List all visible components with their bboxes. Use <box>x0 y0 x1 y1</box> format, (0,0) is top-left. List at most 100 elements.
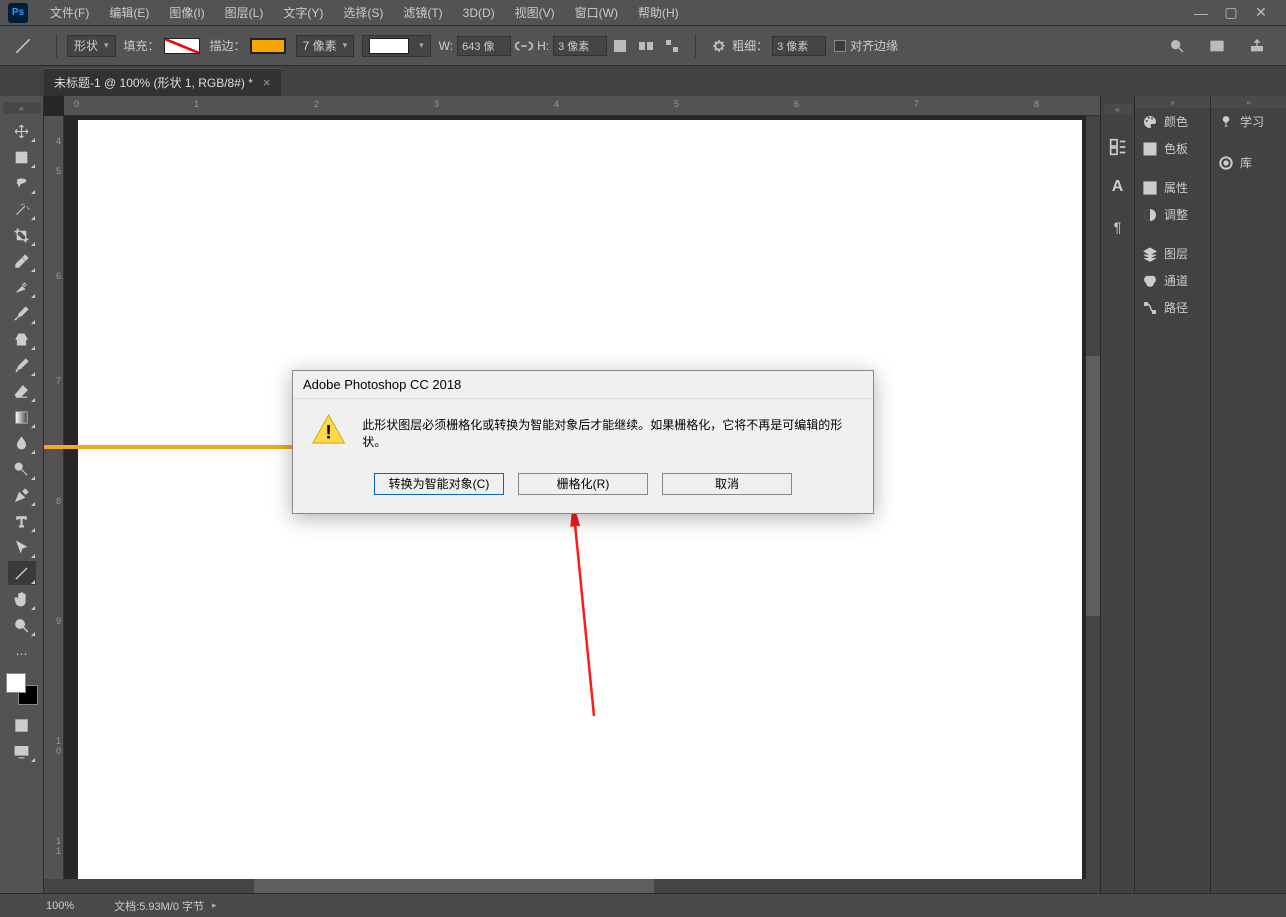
width-input[interactable] <box>457 36 511 56</box>
fill-swatch[interactable] <box>164 38 200 54</box>
clone-stamp-tool[interactable] <box>8 327 36 351</box>
menu-layer[interactable]: 图层(L) <box>215 4 274 21</box>
brush-tool[interactable] <box>8 301 36 325</box>
collapsed-icon-column-left: « A ¶ <box>1100 96 1134 893</box>
convert-to-smart-object-button[interactable]: 转换为智能对象(C) <box>374 473 504 495</box>
lasso-tool[interactable] <box>8 171 36 195</box>
link-wh-icon[interactable] <box>513 35 535 57</box>
vertical-ruler[interactable]: 4 5 6 7 8 9 1 0 1 1 <box>44 116 64 893</box>
menu-file[interactable]: 文件(F) <box>40 4 99 21</box>
adjustments-panel-tab[interactable]: 调整 <box>1135 201 1210 228</box>
line-tool[interactable] <box>8 561 36 585</box>
window-maximize-button[interactable]: ▢ <box>1224 6 1238 20</box>
align-edges-checkbox[interactable] <box>834 40 846 52</box>
quick-mask-button[interactable] <box>8 713 36 737</box>
window-minimize-button[interactable]: ― <box>1194 6 1208 20</box>
marquee-tool[interactable] <box>8 145 36 169</box>
stroke-width-dropdown[interactable]: 7 像素▾ <box>296 35 355 57</box>
height-input[interactable] <box>553 36 607 56</box>
eyedropper-tool[interactable] <box>8 249 36 273</box>
search-icon[interactable] <box>1166 35 1188 57</box>
panel-label: 库 <box>1240 154 1252 171</box>
type-tool[interactable] <box>8 509 36 533</box>
ruler-tick: 5 <box>674 99 679 109</box>
zoom-tool[interactable] <box>8 613 36 637</box>
character-panel-icon[interactable]: A <box>1107 176 1129 198</box>
collapse-handle-icon[interactable]: « <box>1104 104 1132 114</box>
tool-mode-dropdown[interactable]: 形状▾ <box>67 35 116 57</box>
pen-tool[interactable] <box>8 483 36 507</box>
crop-tool[interactable] <box>8 223 36 247</box>
weight-input[interactable] <box>772 36 826 56</box>
vertical-scrollbar[interactable] <box>1086 116 1100 893</box>
toolbox-collapse-icon[interactable]: « <box>3 102 41 114</box>
history-brush-tool[interactable] <box>8 353 36 377</box>
collapse-handle-icon[interactable]: » <box>1135 96 1210 108</box>
foreground-background-color[interactable] <box>6 673 38 705</box>
history-panel-icon[interactable] <box>1107 136 1129 158</box>
ruler-tick: 3 <box>434 99 439 109</box>
scrollbar-thumb[interactable] <box>254 879 654 893</box>
swatches-panel-tab[interactable]: 色板 <box>1135 135 1210 162</box>
docframe-icon[interactable] <box>1206 35 1228 57</box>
foreground-color-swatch[interactable] <box>6 673 26 693</box>
path-arrange-button[interactable] <box>635 35 657 57</box>
menu-filter[interactable]: 滤镜(T) <box>393 4 452 21</box>
svg-text:!: ! <box>325 422 331 444</box>
warning-icon: ! <box>311 413 346 445</box>
horizontal-ruler[interactable]: 0 1 2 3 4 5 6 7 8 <box>64 96 1100 116</box>
menu-help[interactable]: 帮助(H) <box>628 4 689 21</box>
rasterize-button[interactable]: 栅格化(R) <box>518 473 648 495</box>
menu-edit[interactable]: 编辑(E) <box>99 4 159 21</box>
menu-view[interactable]: 视图(V) <box>505 4 565 21</box>
blur-tool[interactable] <box>8 431 36 455</box>
move-tool[interactable] <box>8 119 36 143</box>
hand-tool[interactable] <box>8 587 36 611</box>
menu-select[interactable]: 选择(S) <box>333 4 393 21</box>
color-panel-tab[interactable]: 颜色 <box>1135 108 1210 135</box>
tab-close-icon[interactable]: × <box>263 75 271 90</box>
menu-type[interactable]: 文字(Y) <box>273 4 333 21</box>
layers-panel-tab[interactable]: 图层 <box>1135 240 1210 267</box>
document-tab[interactable]: 未标题-1 @ 100% (形状 1, RGB/8#) * × <box>44 68 281 96</box>
document-tab-bar: 未标题-1 @ 100% (形状 1, RGB/8#) * × <box>0 66 1286 96</box>
current-tool-icon[interactable] <box>10 33 36 59</box>
healing-brush-tool[interactable] <box>8 275 36 299</box>
document-info[interactable]: 文档:5.93M/0 字节 <box>114 898 204 914</box>
zoom-level[interactable]: 100% <box>46 900 74 912</box>
dodge-tool[interactable] <box>8 457 36 481</box>
chevron-right-icon[interactable]: ▸ <box>212 900 217 911</box>
stroke-swatch[interactable] <box>250 38 286 54</box>
menu-image[interactable]: 图像(I) <box>159 4 214 21</box>
path-align-button[interactable] <box>609 35 631 57</box>
gear-icon[interactable] <box>708 35 730 57</box>
eraser-tool[interactable] <box>8 379 36 403</box>
panel-label: 属性 <box>1164 179 1188 196</box>
cancel-button[interactable]: 取消 <box>662 473 792 495</box>
ruler-tick: 8 <box>56 496 61 506</box>
paths-panel-tab[interactable]: 路径 <box>1135 294 1210 321</box>
channels-panel-tab[interactable]: 通道 <box>1135 267 1210 294</box>
magic-wand-tool[interactable] <box>8 197 36 221</box>
edit-toolbar-button[interactable]: ⋯ <box>8 642 36 666</box>
properties-panel-tab[interactable]: 属性 <box>1135 174 1210 201</box>
gradient-tool[interactable] <box>8 405 36 429</box>
scrollbar-thumb[interactable] <box>1086 356 1100 616</box>
share-icon[interactable] <box>1246 35 1268 57</box>
canvas-viewport[interactable]: Adobe Photoshop CC 2018 ! 此形状图层必须栅格化或转换为… <box>64 116 1100 893</box>
libraries-panel-tab[interactable]: 库 <box>1211 149 1286 176</box>
horizontal-scrollbar[interactable] <box>44 879 1100 893</box>
panel-label: 颜色 <box>1164 113 1188 130</box>
menu-3d[interactable]: 3D(D) <box>453 6 505 20</box>
learn-panel-tab[interactable]: 学习 <box>1211 108 1286 135</box>
paragraph-panel-icon[interactable]: ¶ <box>1107 216 1129 238</box>
path-options-button[interactable] <box>661 35 683 57</box>
ruler-tick: 1 0 <box>56 736 61 756</box>
screen-mode-button[interactable] <box>8 739 36 763</box>
path-selection-tool[interactable] <box>8 535 36 559</box>
collapse-handle-icon[interactable]: » <box>1211 96 1286 108</box>
window-close-button[interactable]: ✕ <box>1254 6 1268 20</box>
stroke-style-dropdown[interactable]: ▾ <box>362 35 431 57</box>
panel-label: 路径 <box>1164 299 1188 316</box>
menu-window[interactable]: 窗口(W) <box>565 4 628 21</box>
